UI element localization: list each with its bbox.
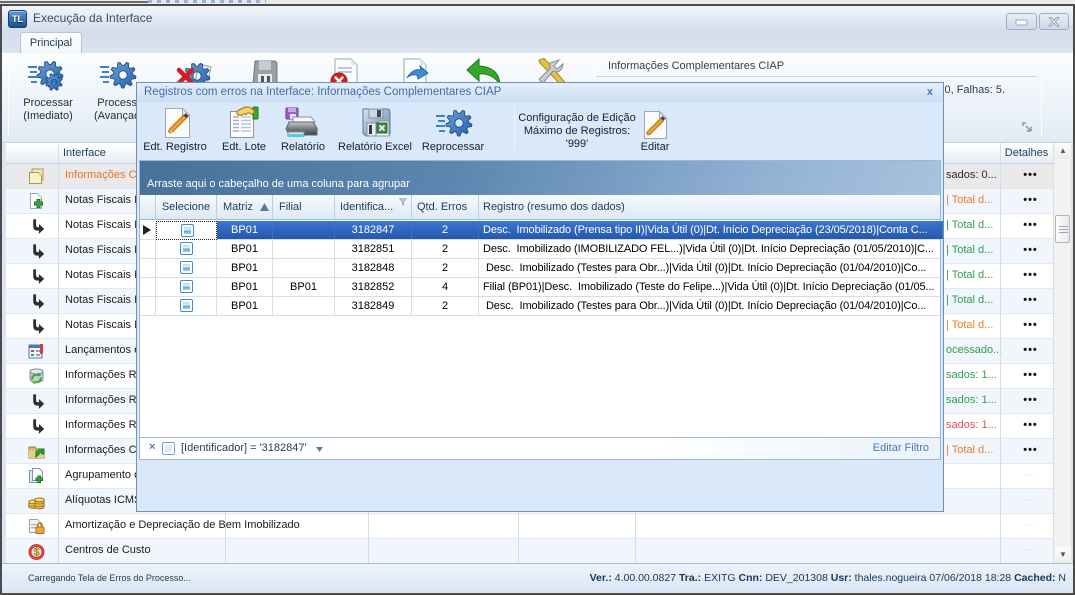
svg-text:$: $ [33,547,39,559]
